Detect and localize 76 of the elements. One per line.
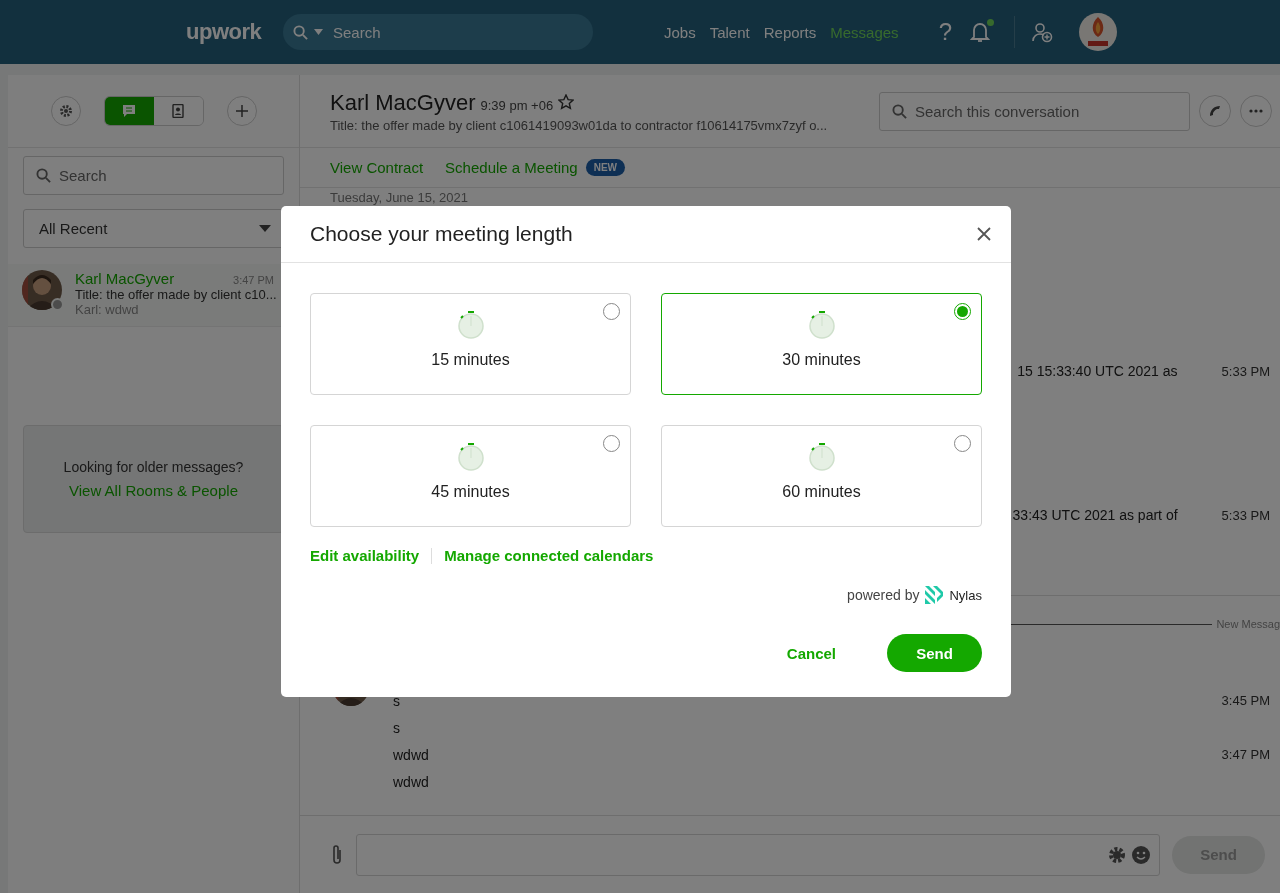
add-user-icon[interactable] (1031, 21, 1053, 43)
duration-option[interactable]: 45 minutes (310, 425, 631, 527)
message-text: 15 15:33:40 UTC 2021 as (1017, 363, 1178, 379)
timestamp: 5:33 PM (1221, 507, 1270, 523)
timestamp: 5:33 PM (1221, 363, 1270, 379)
nav-link[interactable]: Reports (763, 23, 817, 41)
stopwatch-icon (456, 441, 485, 471)
attach-icon[interactable] (330, 843, 344, 866)
dialog-title: Choose your meeting length (310, 222, 573, 246)
add-button[interactable] (226, 96, 257, 126)
message-text: wdwd (393, 746, 429, 763)
duration-option[interactable]: 15 minutes (310, 293, 631, 395)
logo[interactable]: upwork (186, 19, 283, 45)
chat-icon (122, 104, 136, 118)
filter-dropdown[interactable]: All Recent (23, 209, 284, 248)
plus-icon (234, 104, 249, 118)
nav-link[interactable]: Messages (830, 23, 899, 41)
radio-button[interactable] (954, 303, 971, 320)
calendar-link[interactable]: Edit availability (310, 547, 420, 564)
stopwatch-icon (456, 309, 485, 339)
send-button[interactable]: Send (887, 634, 982, 672)
messages-tab[interactable] (104, 97, 154, 125)
settings-icon (58, 104, 73, 118)
contract-link[interactable]: Schedule a Meeting (445, 159, 578, 176)
caret-icon (259, 225, 271, 232)
stopwatch-icon (807, 441, 836, 471)
radio-button[interactable] (603, 303, 620, 320)
search-icon (36, 168, 51, 183)
more-icon (1249, 109, 1263, 113)
powered-by-text: powered by (847, 587, 920, 603)
message-text: s (393, 692, 400, 709)
nav-link[interactable]: Talent (709, 23, 750, 41)
cancel-button[interactable]: Cancel (782, 640, 840, 666)
bell-icon[interactable] (970, 21, 990, 43)
stripes-logo-icon (924, 586, 945, 604)
nav-link[interactable]: Jobs (664, 23, 696, 41)
new-badge: NEW (585, 159, 626, 176)
message-field[interactable] (356, 833, 1160, 876)
view-all-link[interactable]: View All Rooms & People (69, 482, 238, 499)
message-text: 33:43 UTC 2021 as part of (1012, 507, 1178, 523)
search-field[interactable]: Search this conversation (879, 91, 1190, 131)
duration-option[interactable]: 30 minutes (661, 293, 982, 395)
contact-name: Karl MacGyver (75, 270, 175, 287)
timestamp: 3:47 PM (1221, 747, 1270, 762)
smiley-icon[interactable] (1131, 844, 1151, 865)
settings-button[interactable] (50, 96, 81, 126)
conversation-title: Title: the offer made by client c1061419093w01da to contractor f10614175vmx7zyf o... (330, 117, 829, 133)
provider-name: Nylas (949, 587, 982, 603)
search-icon (892, 103, 907, 119)
settings-icon[interactable] (1107, 844, 1127, 865)
local-time: 9:39 pm +06 (480, 97, 554, 113)
stopwatch-icon (807, 309, 836, 339)
timestamp: 3:45 PM (1221, 693, 1270, 708)
duration-option[interactable]: 60 minutes (661, 425, 982, 527)
radio-button[interactable] (603, 435, 620, 452)
help-link[interactable]: ? (938, 18, 952, 46)
calendar-link[interactable]: Manage connected calendars (444, 547, 654, 564)
close-icon (977, 227, 991, 241)
date-divider: Tuesday, June 15, 2021 (330, 190, 470, 205)
contract-link[interactable]: View Contract (330, 159, 424, 176)
phone-icon (1208, 104, 1222, 118)
search-field[interactable]: Search (23, 156, 284, 195)
message-text: wdwd (393, 773, 429, 790)
call-button[interactable] (1199, 95, 1231, 127)
radio-button[interactable] (954, 435, 971, 452)
address-book-icon (172, 104, 184, 118)
star-icon[interactable] (558, 93, 575, 110)
caret-icon (314, 29, 323, 35)
search-icon (293, 24, 308, 40)
contact-name: Karl MacGyver (330, 89, 476, 116)
new-messages-label: New Messag (1216, 618, 1280, 630)
message-text: s (393, 719, 400, 736)
close-button[interactable] (975, 225, 993, 243)
older-messages-text: Looking for older messages? (63, 459, 244, 475)
conversation-title: Title: the offer made by client c10... (75, 287, 274, 302)
search-field[interactable]: Search (283, 14, 593, 50)
